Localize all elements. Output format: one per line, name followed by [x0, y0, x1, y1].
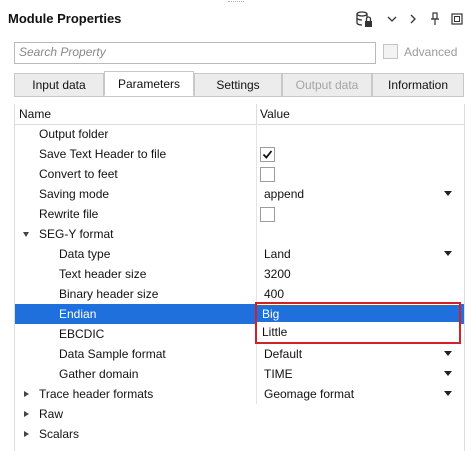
property-row-output-folder[interactable]: Output folder	[15, 124, 464, 144]
grid-header: Name Value	[15, 104, 464, 125]
tab-parameters[interactable]: Parameters	[104, 71, 194, 96]
expand-arrow-icon[interactable]	[24, 411, 29, 417]
advanced-toggle: Advanced	[383, 44, 457, 59]
column-separator	[256, 204, 257, 224]
database-lock-icon[interactable]	[354, 9, 374, 29]
property-name: Convert to feet	[39, 167, 118, 181]
property-row-data-sample-format[interactable]: Data Sample format Default	[15, 344, 464, 364]
property-row-binary-header-size[interactable]: Binary header size 400	[15, 284, 464, 304]
dropdown-arrow-icon[interactable]	[444, 391, 452, 396]
column-separator	[256, 124, 257, 144]
restore-icon[interactable]	[450, 9, 464, 29]
property-name: Data Sample format	[59, 347, 166, 361]
property-name: Saving mode	[39, 187, 110, 201]
tab-label: Input data	[32, 78, 86, 92]
column-separator	[256, 384, 257, 404]
column-header-value[interactable]: Value	[260, 107, 290, 121]
property-name: Data type	[59, 247, 111, 261]
property-row-gather-domain[interactable]: Gather domain TIME	[15, 364, 464, 384]
save-text-header-checkbox[interactable]	[260, 147, 275, 162]
property-row-data-type[interactable]: Data type Land	[15, 244, 464, 264]
endian-dropdown-list: Big Little	[255, 302, 461, 344]
tab-label: Parameters	[117, 76, 181, 91]
tab-input-data[interactable]: Input data	[14, 73, 104, 97]
property-value[interactable]: Geomage format	[264, 387, 354, 401]
more-icon[interactable]	[406, 9, 420, 29]
column-separator[interactable]	[256, 104, 257, 124]
endian-option-little[interactable]: Little	[257, 323, 459, 340]
property-row-text-header-size[interactable]: Text header size 3200	[15, 264, 464, 284]
dropdown-arrow-icon[interactable]	[444, 351, 452, 356]
property-name: Endian	[59, 307, 97, 321]
rewrite-file-checkbox[interactable]	[260, 207, 275, 222]
expand-arrow-icon[interactable]	[24, 391, 29, 397]
panel-titlebar: Module Properties	[0, 0, 472, 38]
property-name: Rewrite file	[39, 207, 99, 221]
column-separator	[256, 184, 257, 204]
group-name: Raw	[39, 407, 64, 421]
chevron-down-icon[interactable]	[385, 9, 399, 29]
column-separator	[256, 224, 257, 244]
column-separator	[256, 344, 257, 364]
property-name: Text header size	[59, 267, 147, 281]
dropdown-arrow-icon[interactable]	[444, 191, 452, 196]
property-name: Gather domain	[59, 367, 139, 381]
property-value[interactable]: Land	[264, 247, 291, 261]
property-row-convert-to-feet[interactable]: Convert to feet	[15, 164, 464, 184]
expand-arrow-icon[interactable]	[24, 431, 29, 437]
group-name: SEG-Y format	[39, 227, 114, 241]
option-label: Big	[262, 307, 280, 321]
collapse-arrow-icon[interactable]	[23, 232, 29, 237]
column-separator	[256, 364, 257, 384]
column-separator	[256, 244, 257, 264]
search-input[interactable]	[15, 43, 375, 61]
checkmark-icon	[262, 150, 273, 159]
column-separator	[256, 164, 257, 184]
option-label: Little	[262, 325, 288, 339]
property-group-trace-header-formats[interactable]: Trace header formats Geomage format	[15, 384, 464, 404]
tab-label: Information	[387, 78, 449, 92]
property-group-scalars[interactable]: Scalars	[15, 424, 464, 444]
property-value[interactable]: Default	[264, 347, 302, 361]
property-group-segy-format[interactable]: SEG-Y format	[15, 224, 464, 244]
tab-output-data: Output data	[282, 73, 372, 97]
property-name: Save Text Header to file	[39, 147, 167, 161]
dropdown-arrow-icon[interactable]	[444, 371, 452, 376]
tab-information[interactable]: Information	[372, 73, 464, 97]
dropdown-arrow-icon[interactable]	[444, 251, 452, 256]
group-name: Scalars	[39, 427, 80, 441]
tab-divider	[14, 96, 463, 97]
advanced-checkbox	[383, 44, 398, 59]
property-name: Output folder	[39, 127, 109, 141]
tab-settings[interactable]: Settings	[194, 73, 282, 97]
property-value[interactable]: 3200	[264, 267, 291, 281]
endian-option-big[interactable]: Big	[257, 305, 459, 322]
property-row-save-text-header[interactable]: Save Text Header to file	[15, 144, 464, 164]
property-name: Binary header size	[59, 287, 159, 301]
property-grid: Name Value Output folder Save Text Heade…	[14, 104, 465, 451]
property-row-rewrite-file[interactable]: Rewrite file	[15, 204, 464, 224]
search-property-field[interactable]	[14, 42, 376, 64]
pin-icon[interactable]	[428, 9, 442, 29]
property-group-raw[interactable]: Raw	[15, 404, 464, 424]
property-value[interactable]: append	[264, 187, 304, 201]
group-name: Trace header formats	[39, 387, 154, 401]
property-value[interactable]: TIME	[264, 367, 293, 381]
tab-label: Output data	[295, 78, 359, 92]
tab-label: Settings	[216, 78, 260, 92]
column-separator	[256, 144, 257, 164]
column-header-name[interactable]: Name	[19, 107, 51, 121]
advanced-label: Advanced	[404, 44, 458, 59]
property-name: EBCDIC	[59, 327, 105, 341]
column-separator	[256, 264, 257, 284]
property-value[interactable]: 400	[264, 287, 284, 301]
convert-to-feet-checkbox[interactable]	[260, 167, 275, 182]
column-separator	[256, 284, 257, 304]
panel-title: Module Properties	[8, 11, 122, 26]
property-row-saving-mode[interactable]: Saving mode append	[15, 184, 464, 204]
